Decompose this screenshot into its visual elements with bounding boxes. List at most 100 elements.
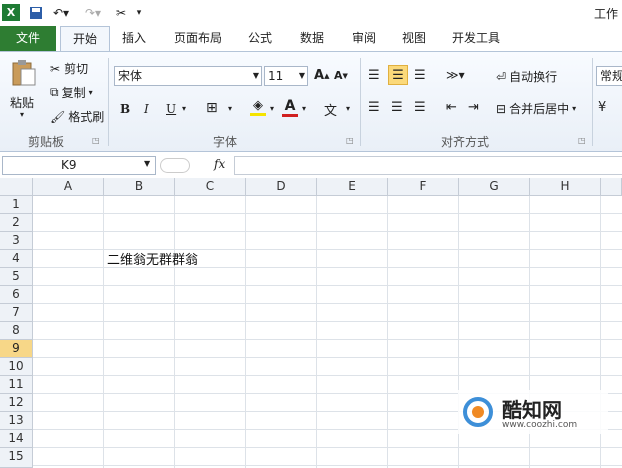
- column-header[interactable]: A: [33, 178, 104, 196]
- wrap-text-icon: ⏎: [496, 69, 507, 84]
- tab-insert[interactable]: 插入: [114, 26, 154, 51]
- column-header[interactable]: F: [388, 178, 459, 196]
- alignment-launcher-icon[interactable]: ◳: [578, 136, 586, 145]
- fill-color-button[interactable]: ◈: [250, 98, 266, 116]
- customize-qat-icon[interactable]: ▾: [134, 4, 144, 21]
- name-box[interactable]: K9: [2, 156, 156, 175]
- align-bottom-icon[interactable]: ☰: [414, 68, 426, 83]
- select-all-corner[interactable]: [0, 178, 33, 196]
- column-header[interactable]: C: [175, 178, 246, 196]
- row-header[interactable]: 14: [0, 430, 33, 448]
- gridline: [33, 357, 622, 358]
- align-middle-icon[interactable]: ☰: [388, 65, 408, 85]
- column-header[interactable]: E: [317, 178, 388, 196]
- tab-file[interactable]: 文件: [0, 26, 56, 51]
- underline-button[interactable]: U: [166, 102, 176, 116]
- shrink-font-button[interactable]: A ▼: [334, 69, 348, 82]
- row-header[interactable]: 12: [0, 394, 33, 412]
- merge-dropdown-icon[interactable]: ▾: [572, 104, 576, 113]
- gridline: [33, 285, 622, 286]
- copy-icon: ⧉: [50, 85, 59, 99]
- ribbon-tabs: 文件 开始 插入 页面布局 公式 数据 审阅 视图 开发工具: [0, 26, 622, 52]
- gridline: [33, 339, 622, 340]
- excel-logo-icon[interactable]: X: [2, 4, 20, 21]
- borders-icon[interactable]: ⊞: [206, 100, 218, 116]
- coozhi-logo-icon: [463, 397, 493, 427]
- column-header[interactable]: [601, 178, 622, 196]
- insert-function-button[interactable]: fx: [214, 157, 225, 171]
- paste-button[interactable]: 粘贴: [10, 94, 34, 111]
- row-header[interactable]: 6: [0, 286, 33, 304]
- fill-dropdown-icon[interactable]: ▾: [270, 104, 274, 113]
- row-header[interactable]: 1: [0, 196, 33, 214]
- grow-font-button[interactable]: A ▲: [314, 68, 329, 83]
- gridline: [387, 196, 388, 468]
- tab-developer[interactable]: 开发工具: [446, 26, 506, 51]
- row-header[interactable]: 3: [0, 232, 33, 250]
- clipboard-launcher-icon[interactable]: ◳: [92, 136, 100, 145]
- quick-access-toolbar: X ↶▾ ↷▾ ✂ ▾ 工作: [0, 0, 622, 26]
- column-header[interactable]: G: [459, 178, 530, 196]
- tab-review[interactable]: 审阅: [344, 26, 384, 51]
- row-header[interactable]: 7: [0, 304, 33, 322]
- orientation-icon[interactable]: ≫▾: [446, 68, 465, 82]
- underline-dropdown-icon[interactable]: ▾: [182, 104, 186, 113]
- tab-view[interactable]: 视图: [396, 26, 432, 51]
- row-header-selected[interactable]: 9: [0, 340, 33, 358]
- row-header[interactable]: 2: [0, 214, 33, 232]
- tab-page-layout[interactable]: 页面布局: [168, 26, 228, 51]
- tab-formulas[interactable]: 公式: [242, 26, 278, 51]
- watermark: 酷知网 www.coozhi.com: [458, 390, 608, 434]
- align-top-icon[interactable]: ☰: [368, 68, 380, 83]
- copy-dropdown-icon[interactable]: ▾: [89, 88, 93, 97]
- align-left-icon[interactable]: ☰: [368, 100, 380, 115]
- phonetic-icon[interactable]: 文: [324, 100, 337, 119]
- phonetic-dropdown-icon[interactable]: ▾: [346, 104, 350, 113]
- merge-center-button[interactable]: ⊟ 合并后居中 ▾: [496, 100, 576, 117]
- italic-button[interactable]: I: [144, 102, 149, 116]
- chevron-down-icon: ▼: [298, 71, 305, 80]
- wrap-text-label: 自动换行: [509, 70, 558, 84]
- row-header[interactable]: 10: [0, 358, 33, 376]
- formula-input[interactable]: [234, 156, 622, 175]
- paste-icon[interactable]: [8, 58, 40, 88]
- expand-handle[interactable]: [160, 158, 190, 173]
- increase-indent-icon[interactable]: ⇥: [468, 100, 479, 115]
- paste-dropdown-icon[interactable]: ▾: [20, 110, 24, 119]
- row-header[interactable]: 8: [0, 322, 33, 340]
- copy-button[interactable]: ⧉ 复制 ▾: [50, 84, 93, 101]
- row-header[interactable]: 11: [0, 376, 33, 394]
- wrap-text-button[interactable]: ⏎ 自动换行: [496, 68, 557, 85]
- column-header[interactable]: D: [246, 178, 317, 196]
- tools-icon[interactable]: ✂: [112, 4, 130, 21]
- decrease-indent-icon[interactable]: ⇤: [446, 100, 457, 115]
- row-header[interactable]: 4: [0, 250, 33, 268]
- align-center-icon[interactable]: ☰: [391, 100, 403, 115]
- row-header[interactable]: 5: [0, 268, 33, 286]
- save-icon[interactable]: [28, 4, 44, 21]
- font-name-select[interactable]: 宋体 ▼: [114, 66, 262, 86]
- align-right-icon[interactable]: ☰: [414, 100, 426, 115]
- format-painter-button[interactable]: 🖌 格式刷: [50, 108, 104, 125]
- font-launcher-icon[interactable]: ◳: [346, 136, 354, 145]
- undo-icon[interactable]: ↶▾: [50, 4, 72, 21]
- cut-button[interactable]: ✂ 剪切: [50, 60, 88, 77]
- font-color-dropdown-icon[interactable]: ▾: [302, 104, 306, 113]
- column-header[interactable]: H: [530, 178, 601, 196]
- bold-button[interactable]: B: [120, 102, 130, 116]
- currency-icon[interactable]: ¥: [598, 100, 606, 115]
- font-size-value: 11: [268, 69, 284, 83]
- row-header[interactable]: 15: [0, 448, 33, 468]
- name-box-dropdown-icon[interactable]: ▼: [144, 159, 150, 168]
- row-header[interactable]: 13: [0, 412, 33, 430]
- watermark-brand: 酷知网: [502, 398, 562, 422]
- font-size-select[interactable]: 11 ▼: [264, 66, 308, 86]
- column-header[interactable]: B: [104, 178, 175, 196]
- tab-home[interactable]: 开始: [60, 26, 110, 52]
- redo-icon[interactable]: ↷▾: [82, 4, 104, 21]
- number-format-select[interactable]: 常规: [596, 66, 622, 86]
- cell-b4[interactable]: 二维翁无群群翁: [107, 249, 198, 268]
- font-color-button[interactable]: A: [282, 98, 298, 117]
- tab-data[interactable]: 数据: [292, 26, 332, 51]
- borders-dropdown-icon[interactable]: ▾: [228, 104, 232, 113]
